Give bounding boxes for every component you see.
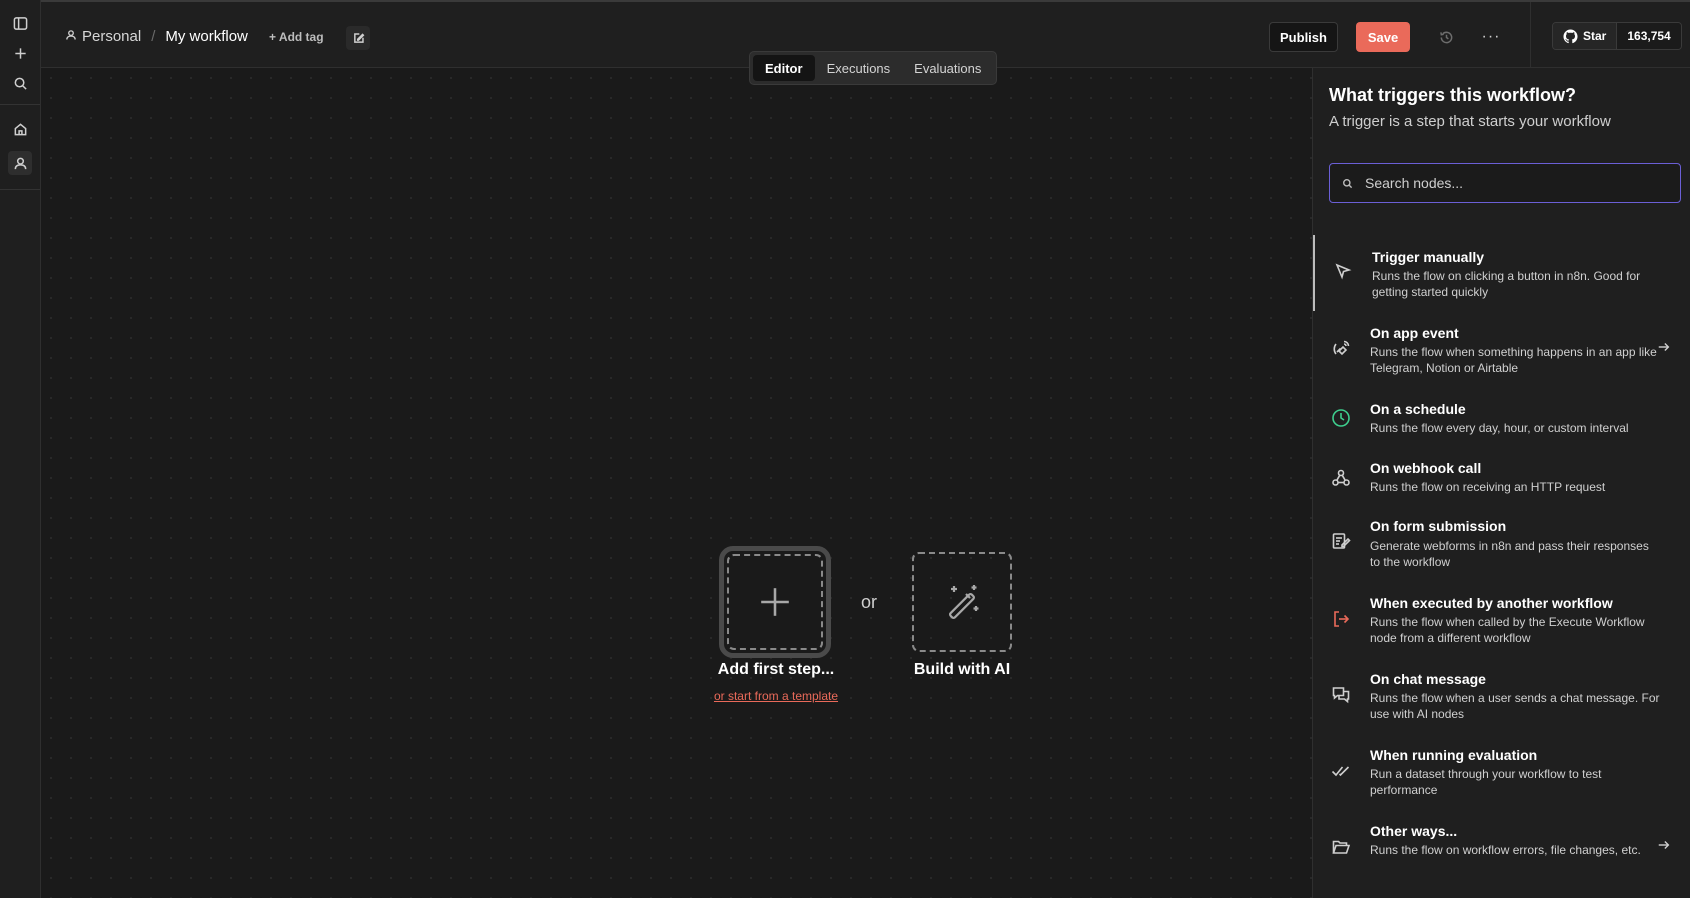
plus-icon	[761, 588, 789, 616]
add-icon[interactable]	[8, 41, 32, 65]
search-icon[interactable]	[8, 71, 32, 95]
edit-description-button[interactable]	[346, 26, 370, 50]
github-icon	[1563, 28, 1578, 43]
tab-executions[interactable]: Executions	[815, 55, 903, 81]
trigger-item-desc: Runs the flow when called by the Execute…	[1370, 615, 1645, 645]
add-tag-button[interactable]: + Add tag	[269, 30, 324, 44]
view-tabs: Editor Executions Evaluations	[749, 51, 998, 85]
clock-icon	[1329, 406, 1353, 430]
search-input[interactable]	[1365, 175, 1665, 191]
save-button[interactable]: Save	[1356, 22, 1410, 52]
edit-icon	[353, 32, 364, 43]
node-search[interactable]	[1329, 163, 1681, 203]
trigger-item-form[interactable]: On form submission Generate webforms in …	[1313, 505, 1690, 581]
trigger-item-title: On form submission	[1370, 518, 1507, 534]
tab-editor[interactable]: Editor	[753, 55, 815, 81]
sidebar-divider	[0, 104, 40, 105]
publish-button[interactable]: Publish	[1269, 22, 1338, 52]
trigger-item-title: On app event	[1370, 325, 1459, 341]
trigger-item-evaluation[interactable]: When running evaluation Run a dataset th…	[1313, 733, 1690, 809]
trigger-panel: What triggers this workflow? A trigger i…	[1312, 68, 1690, 898]
trigger-item-app-event[interactable]: On app event Runs the flow when somethin…	[1313, 311, 1690, 387]
arrow-right-icon	[1657, 838, 1673, 854]
trigger-item-sub-workflow[interactable]: When executed by another workflow Runs t…	[1313, 581, 1690, 657]
trigger-item-manual[interactable]: Trigger manually Runs the flow on clicki…	[1313, 235, 1690, 311]
sidebar-divider	[0, 189, 40, 190]
folder-open-icon	[1329, 835, 1353, 859]
trigger-item-desc: Runs the flow when a user sends a chat m…	[1370, 691, 1660, 721]
sign-in-icon	[1329, 607, 1353, 631]
breadcrumb: Personal / My workflow	[65, 28, 248, 45]
chat-icon	[1329, 683, 1353, 707]
trigger-item-other[interactable]: Other ways... Runs the flow on workflow …	[1313, 809, 1690, 885]
build-with-ai-button[interactable]	[912, 552, 1012, 652]
trigger-item-desc: Runs the flow on clicking a button in n8…	[1372, 269, 1641, 299]
toggle-sidebar-icon[interactable]	[8, 11, 32, 35]
add-first-step-button[interactable]	[719, 546, 831, 658]
trigger-item-title: When executed by another workflow	[1370, 595, 1613, 611]
or-separator: or	[861, 592, 878, 612]
trigger-item-title: On a schedule	[1370, 401, 1466, 417]
trigger-item-desc: Runs the flow when something happens in …	[1370, 345, 1657, 375]
github-star-button[interactable]: Star	[1553, 23, 1618, 49]
tab-evaluations[interactable]: Evaluations	[902, 55, 993, 81]
github-star-label: Star	[1583, 29, 1607, 43]
panel-title: What triggers this workflow?	[1329, 85, 1577, 105]
more-options-button[interactable]: ···	[1479, 25, 1503, 49]
search-icon	[1343, 178, 1353, 188]
trigger-item-desc: Runs the flow on receiving an HTTP reque…	[1370, 480, 1606, 494]
add-first-step-box	[727, 554, 823, 650]
trigger-item-title: Trigger manually	[1372, 249, 1485, 265]
github-star-widget[interactable]: Star 163,754	[1552, 22, 1682, 50]
trigger-item-schedule[interactable]: On a schedule Runs the flow every day, h…	[1313, 387, 1690, 447]
personal-icon[interactable]	[8, 151, 32, 175]
panel-subtitle: A trigger is a step that starts your wor…	[1329, 113, 1611, 130]
build-with-ai-label[interactable]: Build with AI	[902, 661, 1022, 679]
person-icon	[65, 28, 82, 45]
breadcrumb-personal[interactable]: Personal	[82, 28, 141, 45]
magic-wand-icon	[949, 585, 979, 619]
satellite-icon	[1329, 337, 1353, 361]
trigger-item-desc: Generate webforms in n8n and pass their …	[1370, 539, 1649, 569]
trigger-item-chat[interactable]: On chat message Runs the flow when a use…	[1313, 657, 1690, 733]
add-first-step-label[interactable]: Add first step...	[701, 661, 851, 679]
check-double-icon	[1329, 759, 1353, 783]
breadcrumb-separator: /	[151, 28, 156, 45]
cursor-icon	[1331, 259, 1355, 283]
trigger-item-desc: Runs the flow on workflow errors, file c…	[1370, 843, 1641, 857]
trigger-item-title: Other ways...	[1370, 823, 1458, 839]
header-divider	[1530, 2, 1531, 70]
trigger-item-title: On webhook call	[1370, 460, 1482, 476]
trigger-item-webhook[interactable]: On webhook call Runs the flow on receivi…	[1313, 447, 1690, 505]
trigger-item-desc: Runs the flow every day, hour, or custom…	[1370, 421, 1629, 435]
workflow-canvas[interactable]: or Add first step... or start from a tem…	[41, 68, 1312, 898]
arrow-right-icon	[1657, 340, 1673, 356]
workflow-title[interactable]: My workflow	[165, 28, 248, 45]
start-from-template-link[interactable]: or start from a template	[691, 689, 861, 703]
trigger-item-desc: Run a dataset through your workflow to t…	[1370, 767, 1602, 797]
trigger-item-title: On chat message	[1370, 671, 1486, 687]
history-icon	[1439, 31, 1452, 43]
history-button[interactable]	[1434, 25, 1458, 49]
left-sidebar	[0, 0, 41, 898]
github-star-count[interactable]: 163,754	[1617, 23, 1681, 49]
form-icon	[1329, 529, 1353, 553]
webhook-icon	[1329, 466, 1353, 490]
trigger-item-title: When running evaluation	[1370, 747, 1538, 763]
home-icon[interactable]	[8, 117, 32, 141]
